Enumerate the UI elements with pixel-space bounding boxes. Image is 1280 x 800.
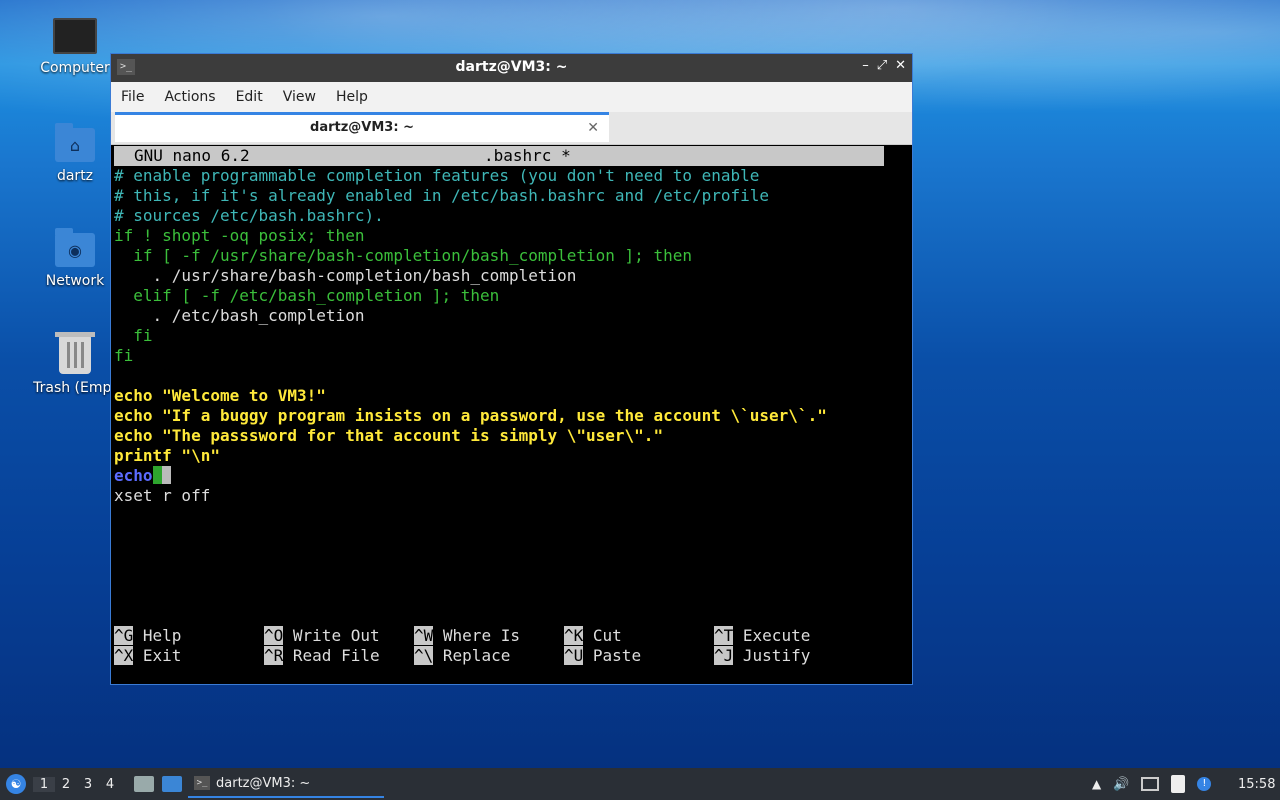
cursor-block (161, 466, 171, 484)
clipboard-icon[interactable] (1171, 775, 1186, 793)
code-line: xset r off (114, 486, 211, 505)
code-line: if ! shopt -oq posix; then (114, 226, 365, 245)
menu-view[interactable]: View (273, 89, 326, 105)
close-button[interactable]: ✕ (895, 58, 906, 73)
shortcut-label: Justify (742, 646, 811, 665)
clock[interactable]: 15:58 (1238, 768, 1275, 800)
network-folder-icon: ◉ (55, 228, 95, 267)
shortcut-label: Paste (592, 646, 642, 665)
shortcut-key: ^O (264, 626, 284, 645)
shortcut-cut[interactable]: ^K Cut (564, 626, 622, 646)
tab-label: dartz@VM3: ~ (310, 120, 414, 135)
code-line: echo (114, 466, 153, 485)
code-line: echo "The passsword for that account is … (114, 426, 664, 445)
nano-version: GNU nano 6.2 (134, 146, 250, 165)
start-menu-button[interactable]: ☯ (6, 768, 26, 800)
window-title: dartz@VM3: ~ (455, 59, 568, 75)
terminal-window[interactable]: >_ dartz@VM3: ~ – ⤢ ✕ File Actions Edit … (110, 53, 913, 685)
trash-icon (55, 332, 95, 374)
volume-icon[interactable]: 🔊 (1113, 777, 1129, 792)
menu-file[interactable]: File (111, 89, 154, 105)
shortcut-label: Where Is (442, 626, 520, 645)
code-line: # this, if it's already enabled in /etc/… (114, 186, 770, 205)
workspace-2[interactable]: 2 (55, 777, 77, 792)
shortcut-read-file[interactable]: ^R Read File (264, 646, 380, 666)
shortcut-key: ^K (564, 626, 584, 645)
terminal-icon: >_ (194, 776, 210, 790)
shortcut-justify[interactable]: ^J Justify (714, 646, 810, 666)
shortcut-execute[interactable]: ^T Execute (714, 626, 810, 646)
code-line: fi (114, 326, 153, 345)
shortcut-key: ^T (714, 626, 734, 645)
file-manager-icon[interactable] (134, 776, 154, 792)
code-line-cursor: echo (114, 466, 171, 486)
window-titlebar[interactable]: >_ dartz@VM3: ~ – ⤢ ✕ (111, 54, 912, 82)
menu-actions[interactable]: Actions (154, 89, 225, 105)
shortcut-replace[interactable]: ^\ Replace (414, 646, 510, 666)
shortcut-paste[interactable]: ^U Paste (564, 646, 641, 666)
menu-bar: File Actions Edit View Help (111, 82, 912, 112)
workspace-3[interactable]: 3 (77, 777, 99, 792)
shortcut-label: Read File (292, 646, 380, 665)
shortcut-key: ^W (414, 626, 434, 645)
taskbar: ☯ 1 2 3 4 >_ dartz@VM3: ~ ▲ 🔊 ! 15:58 (0, 768, 1280, 800)
code-line: . /usr/share/bash-completion/bash_comple… (114, 266, 577, 285)
code-line: # enable programmable completion feature… (114, 166, 760, 185)
shortcut-label: Execute (742, 626, 811, 645)
tray-up-icon[interactable]: ▲ (1092, 777, 1101, 791)
network-icon[interactable] (1141, 777, 1160, 791)
shortcut-label: Cut (592, 626, 622, 645)
shortcut-exit[interactable]: ^X Exit (114, 646, 181, 666)
code-line: # sources /etc/bash.bashrc). (114, 206, 384, 225)
start-menu-icon: ☯ (6, 774, 26, 794)
shortcut-key: ^U (564, 646, 584, 665)
shortcut-label: Replace (442, 646, 511, 665)
nano-filename: .bashrc * (484, 146, 571, 165)
shortcut-label: Write Out (292, 626, 380, 645)
code-line: echo "If a buggy program insists on a pa… (114, 406, 827, 425)
task-terminal[interactable]: >_ dartz@VM3: ~ (188, 770, 384, 798)
shortcut-key: ^J (714, 646, 734, 665)
shortcut-label: Exit (142, 646, 182, 665)
shortcut-write-out[interactable]: ^O Write Out (264, 626, 380, 646)
workspace-4[interactable]: 4 (99, 777, 121, 792)
workspace-switcher: 1 2 3 4 (33, 768, 121, 800)
show-desktop-icon[interactable] (162, 776, 182, 792)
menu-edit[interactable]: Edit (226, 89, 273, 105)
minimize-button[interactable]: – (862, 58, 869, 73)
code-line: elif [ -f /etc/bash_completion ]; then (114, 286, 500, 305)
task-label: dartz@VM3: ~ (216, 775, 311, 791)
shortcut-key: ^\ (414, 646, 434, 665)
code-line: if [ -f /usr/share/bash-completion/bash_… (114, 246, 692, 265)
update-icon[interactable]: ! (1197, 777, 1212, 791)
menu-help[interactable]: Help (326, 89, 378, 105)
shortcut-label: Help (142, 626, 182, 645)
tab-close-icon[interactable]: ✕ (587, 115, 599, 141)
shortcut-key: ^X (114, 646, 134, 665)
tab-terminal[interactable]: dartz@VM3: ~ ✕ (115, 112, 609, 142)
shortcut-key: ^R (264, 646, 284, 665)
nano-header: GNU nano 6.2 .bashrc * (114, 146, 884, 166)
shortcut-where-is[interactable]: ^W Where Is (414, 626, 520, 646)
computer-icon (53, 18, 97, 54)
tab-bar: dartz@VM3: ~ ✕ (111, 112, 912, 145)
maximize-button[interactable]: ⤢ (877, 58, 887, 73)
code-line: echo "Welcome to VM3!" (114, 386, 326, 405)
code-line: . /etc/bash_completion (114, 306, 365, 325)
code-line: fi (114, 346, 134, 365)
workspace-1[interactable]: 1 (33, 776, 55, 792)
shortcut-key: ^G (114, 626, 134, 645)
terminal-content[interactable]: GNU nano 6.2 .bashrc * # enable programma… (114, 146, 909, 682)
shortcut-help[interactable]: ^G Help (114, 626, 181, 646)
home-folder-icon: ⌂ (55, 123, 95, 162)
text-cursor (152, 466, 162, 484)
code-line: printf "\n" (114, 446, 220, 465)
